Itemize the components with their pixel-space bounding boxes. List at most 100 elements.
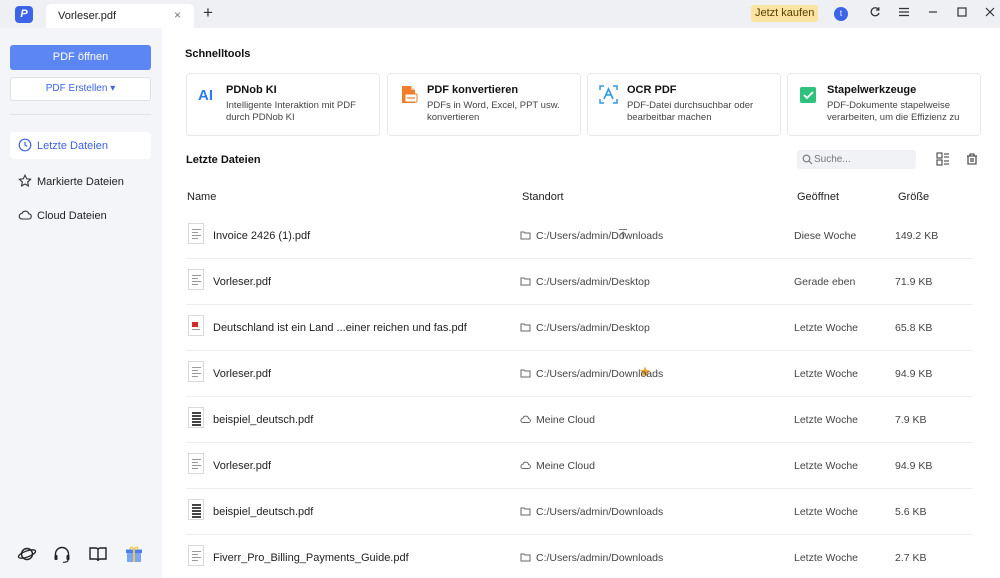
tool-card-batch[interactable]: Stapelwerkzeuge PDF-Dokumente stapelweis… [787, 73, 981, 136]
file-size: 5.6 KB [895, 506, 927, 518]
sidebar-item-starred[interactable]: Markierte Dateien [10, 168, 151, 195]
recent-files-title: Letzte Dateien [186, 154, 261, 166]
buy-now-button[interactable]: Jetzt kaufen [751, 5, 819, 22]
sidebar-divider [10, 114, 151, 115]
star-icon [18, 174, 32, 187]
table-row[interactable]: Invoice 2426 (1).pdf C:/Users/admin/Downl… [186, 213, 972, 259]
file-name[interactable]: Invoice 2426 (1).pdf [213, 230, 310, 242]
file-name[interactable]: Deutschland ist ein Land ...einer reiche… [213, 322, 467, 334]
clear-history-icon[interactable] [965, 152, 979, 166]
book-icon[interactable] [88, 544, 108, 564]
file-location: C:/Users/admin/Downloads [536, 230, 664, 242]
folder-icon [520, 231, 531, 240]
user-avatar[interactable]: t [834, 7, 848, 21]
pdf-file-icon [188, 315, 204, 336]
table-row[interactable]: Fiverr_Pro_Billing_Payments_Guide.pdf C:/… [186, 535, 972, 578]
file-name[interactable]: Vorleser.pdf [213, 368, 271, 380]
table-row[interactable]: Vorleser.pdf C:/Users/admin/Downloads Letz… [186, 351, 972, 397]
folder-icon [520, 369, 531, 378]
file-opened: Letzte Woche [794, 552, 859, 564]
tool-title: PDNob KI [226, 84, 277, 96]
cloud-icon [18, 210, 32, 220]
gift-icon[interactable] [124, 544, 144, 564]
table-row[interactable]: Vorleser.pdf Meine Cloud Letzte Woche 94.9 … [186, 443, 972, 489]
tool-title: OCR PDF [627, 84, 677, 96]
file-location: C:/Users/admin/Downloads [536, 552, 664, 564]
file-size: 2.7 KB [895, 552, 927, 564]
file-opened: Diese Woche [794, 230, 857, 242]
tool-title: Stapelwerkzeuge [827, 84, 917, 96]
sidebar-item-label: Letzte Dateien [37, 140, 108, 152]
file-location: C:/Users/admin/Downloads [536, 368, 664, 380]
file-location: C:/Users/admin/Downloads [536, 506, 664, 518]
open-pdf-button[interactable]: PDF öffnen [10, 45, 151, 70]
file-name[interactable]: beispiel_deutsch.pdf [213, 506, 313, 518]
column-header-opened[interactable]: Geöffnet [797, 191, 839, 203]
batch-icon [800, 87, 816, 103]
column-header-location[interactable]: Standort [522, 191, 564, 203]
search-icon [802, 154, 813, 165]
pdf-file-icon [188, 269, 204, 290]
folder-icon [520, 553, 531, 562]
file-name[interactable]: Vorleser.pdf [213, 460, 271, 472]
clock-icon [18, 138, 32, 152]
document-tab[interactable]: Vorleser.pdf × [46, 4, 194, 28]
table-row[interactable]: beispiel_deutsch.pdf C:/Users/admin/Downl… [186, 489, 972, 535]
tool-card-convert[interactable]: PDF konvertieren PDFs in Word, Excel, PP… [387, 73, 581, 136]
close-icon[interactable] [982, 5, 998, 22]
tool-description: PDF-Datei durchsuchbar oder bearbeitbar … [627, 100, 754, 123]
ai-icon: AI [198, 87, 213, 104]
table-row[interactable]: Deutschland ist ein Land ...einer reiche… [186, 305, 972, 351]
file-location: C:/Users/admin/Desktop [536, 322, 650, 334]
file-size: 149.2 KB [895, 230, 939, 242]
cloud-icon [520, 415, 531, 423]
tool-card-ocr[interactable]: OCR PDF PDF-Datei durchsuchbar oder bear… [587, 73, 781, 136]
file-location: Meine Cloud [536, 414, 595, 426]
svg-text:AI: AI [198, 87, 213, 104]
view-toggle-icon[interactable] [936, 152, 950, 166]
folder-icon [520, 277, 531, 286]
file-location: Meine Cloud [536, 460, 595, 472]
file-size: 94.9 KB [895, 460, 933, 472]
file-opened: Letzte Woche [794, 322, 859, 334]
folder-icon [520, 507, 531, 516]
file-opened: Letzte Woche [794, 368, 859, 380]
column-header-name[interactable]: Name [187, 191, 216, 203]
pdf-file-icon [188, 407, 204, 428]
tool-description: PDF-Dokumente stapelweise verarbeiten, u… [827, 100, 960, 123]
sidebar: PDF öffnen PDF Erstellen ▾ Letzte Dateie… [0, 28, 162, 578]
convert-icon [402, 86, 418, 103]
minimize-icon[interactable] [925, 5, 941, 22]
search-input[interactable] [814, 152, 912, 167]
file-opened: Letzte Woche [794, 460, 859, 472]
tool-description: Intelligente Interaktion mit PDF durch P… [226, 100, 356, 123]
file-size: 65.8 KB [895, 322, 933, 334]
planet-icon[interactable] [17, 544, 37, 564]
new-tab-icon[interactable]: + [203, 4, 213, 21]
file-name[interactable]: Vorleser.pdf [213, 276, 271, 288]
tab-close-icon[interactable]: × [174, 8, 181, 22]
headset-icon[interactable] [52, 544, 72, 564]
file-size: 7.9 KB [895, 414, 927, 426]
file-name[interactable]: Fiverr_Pro_Billing_Payments_Guide.pdf [213, 552, 409, 564]
sidebar-item-recent[interactable]: Letzte Dateien [10, 132, 151, 159]
maximize-icon[interactable] [954, 5, 970, 22]
file-size: 94.9 KB [895, 368, 933, 380]
search-box[interactable] [797, 150, 916, 169]
file-name[interactable]: beispiel_deutsch.pdf [213, 414, 313, 426]
refresh-icon[interactable] [867, 5, 883, 22]
pdf-file-icon [188, 223, 204, 244]
pdf-file-icon [188, 361, 204, 382]
menu-icon[interactable] [896, 5, 912, 22]
main-content: Schnelltools AI PDNob KI Intelligente In… [162, 28, 1000, 578]
table-row[interactable]: beispiel_deutsch.pdf Meine Cloud Letzte Wo… [186, 397, 972, 443]
column-header-size[interactable]: Größe [898, 191, 929, 203]
quicktools-title: Schnelltools [185, 48, 251, 60]
file-opened: Letzte Woche [794, 414, 859, 426]
tool-card-ai[interactable]: AI PDNob KI Intelligente Interaktion mit… [186, 73, 380, 136]
table-row[interactable]: Vorleser.pdf C:/Users/admin/Desktop Gerade… [186, 259, 972, 305]
create-pdf-dropdown[interactable]: PDF Erstellen ▾ [10, 77, 151, 101]
sidebar-item-cloud[interactable]: Cloud Dateien [10, 202, 151, 229]
file-size: 71.9 KB [895, 276, 933, 288]
app-logo-icon: P [15, 6, 33, 23]
